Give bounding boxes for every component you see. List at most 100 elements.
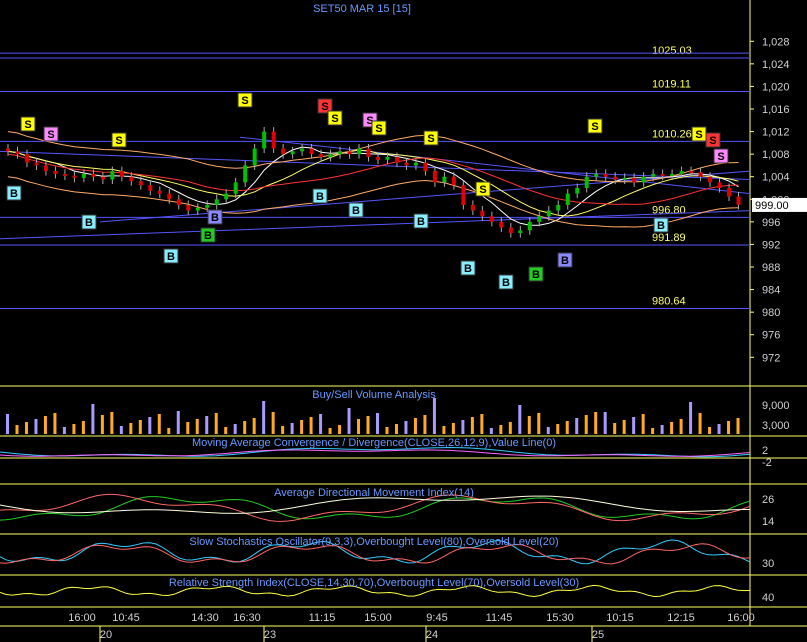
volume-bar xyxy=(546,427,550,434)
marker-label: S xyxy=(591,121,598,133)
marker-label: S xyxy=(709,135,716,147)
candle-body xyxy=(233,182,238,194)
volume-bar xyxy=(451,423,455,434)
marker-label: B xyxy=(502,277,510,289)
volume-bar xyxy=(594,412,598,434)
volume-bar xyxy=(176,411,180,434)
volume-bar xyxy=(556,424,560,434)
x-tick-label: 15:00 xyxy=(364,612,392,624)
volume-bar xyxy=(660,425,664,434)
volume-bar xyxy=(376,413,379,434)
volume-bar xyxy=(423,415,427,434)
volume-bar xyxy=(584,415,588,434)
candle-body xyxy=(432,171,437,183)
volume-bar xyxy=(565,421,569,434)
volume-bar xyxy=(290,423,294,434)
marker-label: S xyxy=(47,129,54,141)
volume-bar xyxy=(271,412,275,434)
marker-label: B xyxy=(417,216,425,228)
level-label: 980.64 xyxy=(652,296,686,308)
volume-bar xyxy=(404,421,408,434)
volume-bar xyxy=(489,428,493,434)
candle-body xyxy=(670,173,675,176)
volume-bar xyxy=(34,419,38,434)
volume-bar xyxy=(281,426,285,434)
candle-body xyxy=(205,204,210,208)
candle-body xyxy=(660,173,665,176)
y-tick-label: 988 xyxy=(762,262,780,274)
x-tick-label: 11:15 xyxy=(309,612,336,624)
volume-bar xyxy=(43,416,47,434)
candle-body xyxy=(584,176,589,189)
candle-body xyxy=(679,171,684,174)
candle-body xyxy=(489,216,494,222)
candle-body xyxy=(366,148,371,157)
candle-body xyxy=(53,171,58,174)
x-tick-label: 16:00 xyxy=(68,612,96,624)
candle-body xyxy=(300,148,305,152)
volume-bar xyxy=(15,425,19,434)
candle-body xyxy=(176,199,181,205)
y-tick-label: 1,016 xyxy=(762,104,790,116)
volume-bar xyxy=(603,412,607,434)
candle-body xyxy=(81,173,86,178)
volume-bar xyxy=(575,418,579,434)
candle-body xyxy=(309,148,314,155)
y-tick-label: 1,012 xyxy=(762,127,790,139)
x-tick-label: 16:00 xyxy=(727,612,755,624)
volume-bar xyxy=(727,421,731,434)
signal-markers: SS SS SS SSSSSS SSBBBBBBBBBBBBB xyxy=(6,92,729,290)
candle-body xyxy=(698,172,703,177)
candle-body xyxy=(34,162,39,166)
moving-average-line xyxy=(7,153,739,205)
candle-body xyxy=(613,176,618,180)
candle-body xyxy=(290,151,295,155)
y-tick-label: 984 xyxy=(762,285,780,297)
candle-body xyxy=(727,188,732,197)
panel-title: Slow Stochastics Oscillator(9,3,3),Overb… xyxy=(189,536,558,548)
x-date-label: 20 xyxy=(100,629,112,641)
y-tick-label: 1,020 xyxy=(762,81,790,93)
marker-label: B xyxy=(85,217,93,229)
volume-bar xyxy=(309,417,313,434)
candle-body xyxy=(689,171,694,174)
candle-body xyxy=(243,165,248,183)
volume-bar xyxy=(508,422,512,434)
volume-bar xyxy=(670,422,674,434)
candle-body xyxy=(15,151,20,155)
candle-body xyxy=(186,204,191,211)
indicator-lines xyxy=(0,446,751,598)
marker-label: S xyxy=(427,133,434,145)
y-tick-label: 1,004 xyxy=(762,172,790,184)
x-tick-label: 10:45 xyxy=(112,612,140,624)
x-tick-label: 12:15 xyxy=(667,612,695,624)
trend-line xyxy=(0,210,751,240)
x-tick-label: 10:15 xyxy=(606,612,634,624)
volume-bar xyxy=(205,416,209,434)
candle-body xyxy=(546,210,551,217)
x-date-label: 23 xyxy=(264,629,276,641)
candle-body xyxy=(499,221,504,228)
candle-body xyxy=(451,176,456,186)
panel-tick-label: 9,000 xyxy=(762,400,790,412)
y-tick-label: 972 xyxy=(762,352,780,364)
volume-bar xyxy=(442,426,446,434)
volume-bar xyxy=(100,415,104,434)
volume-bar xyxy=(413,418,417,434)
volume-bar xyxy=(328,428,332,434)
candle-body xyxy=(622,177,627,180)
y-tick-label: 992 xyxy=(762,239,780,251)
candle-body xyxy=(138,181,143,186)
volume-bar xyxy=(195,419,199,434)
y-tick-label: 1,028 xyxy=(762,36,790,48)
volume-bar xyxy=(119,426,123,434)
volume-bar xyxy=(347,408,351,434)
marker-label: B xyxy=(532,269,540,281)
candle-body xyxy=(271,131,276,149)
candle-body xyxy=(575,188,580,194)
candle-body xyxy=(129,176,134,182)
candle-body xyxy=(224,193,229,200)
candle-body xyxy=(376,156,380,160)
candle-body xyxy=(281,148,286,155)
marker-label: S xyxy=(115,135,122,147)
